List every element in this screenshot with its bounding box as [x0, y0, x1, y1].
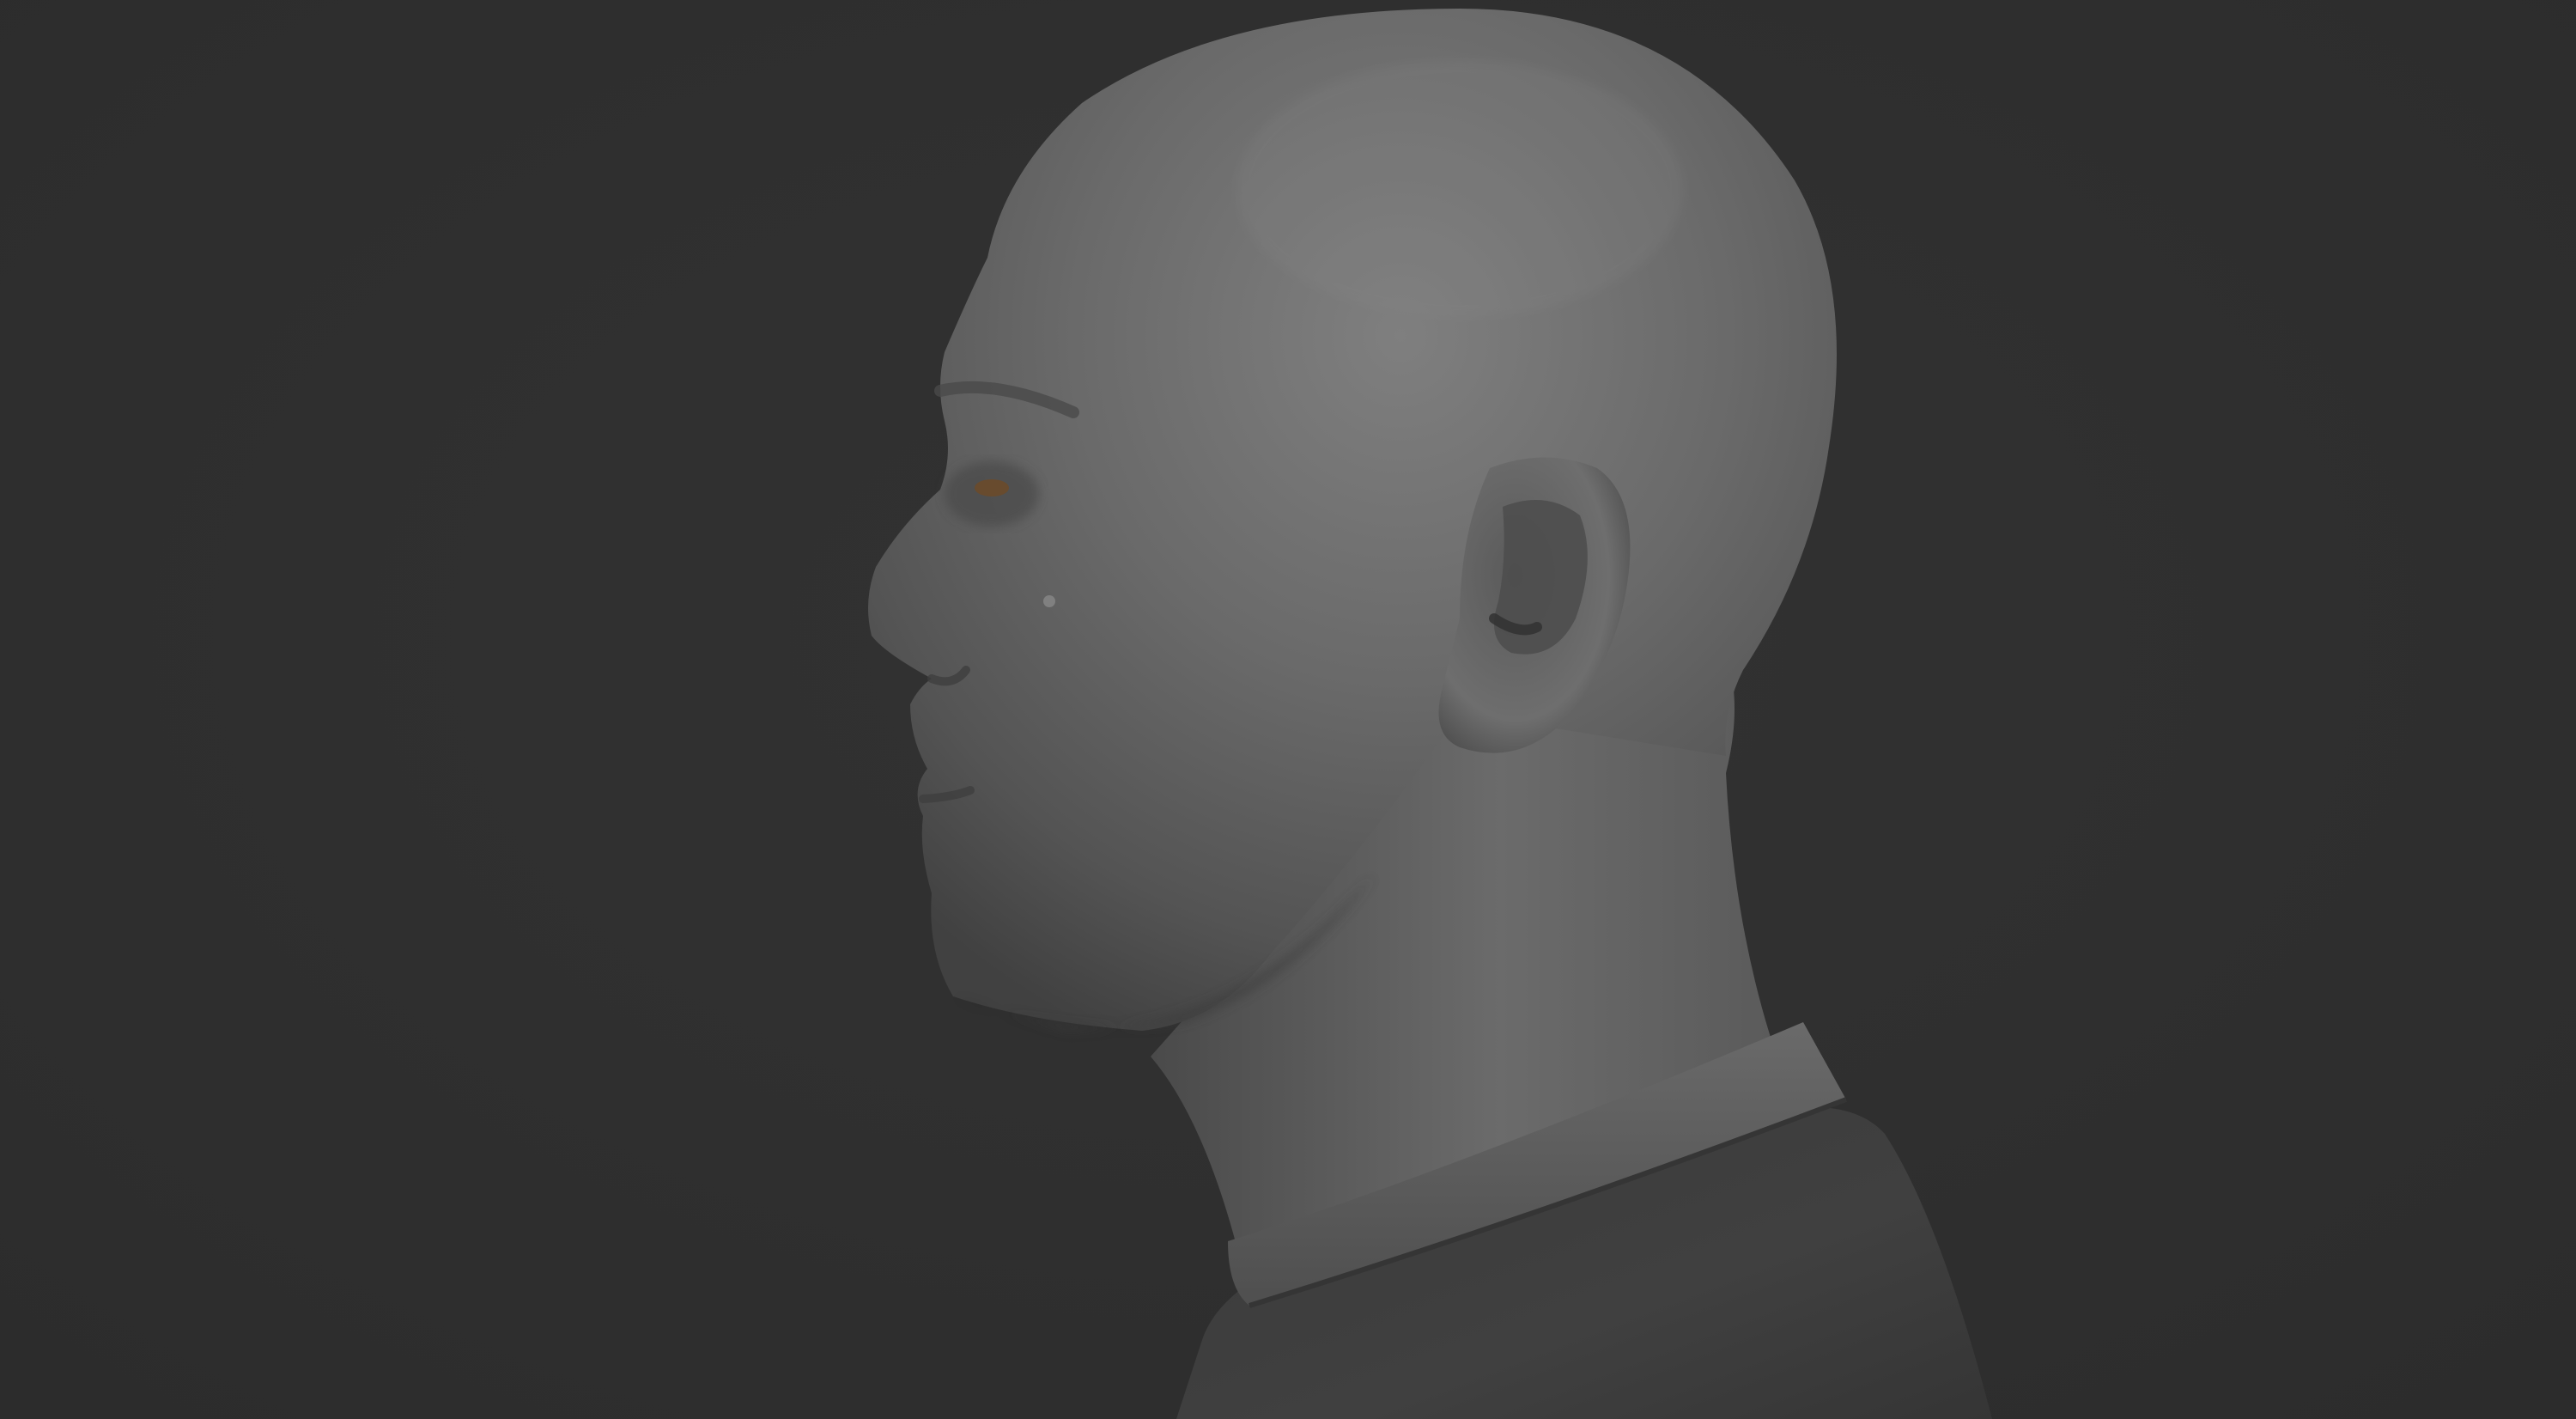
sculpt-viewport[interactable] — [0, 0, 2576, 1419]
head-bust-render — [868, 9, 1992, 1419]
eye — [975, 479, 1009, 496]
mole — [1043, 595, 1055, 607]
skull-highlight — [1236, 60, 1683, 318]
